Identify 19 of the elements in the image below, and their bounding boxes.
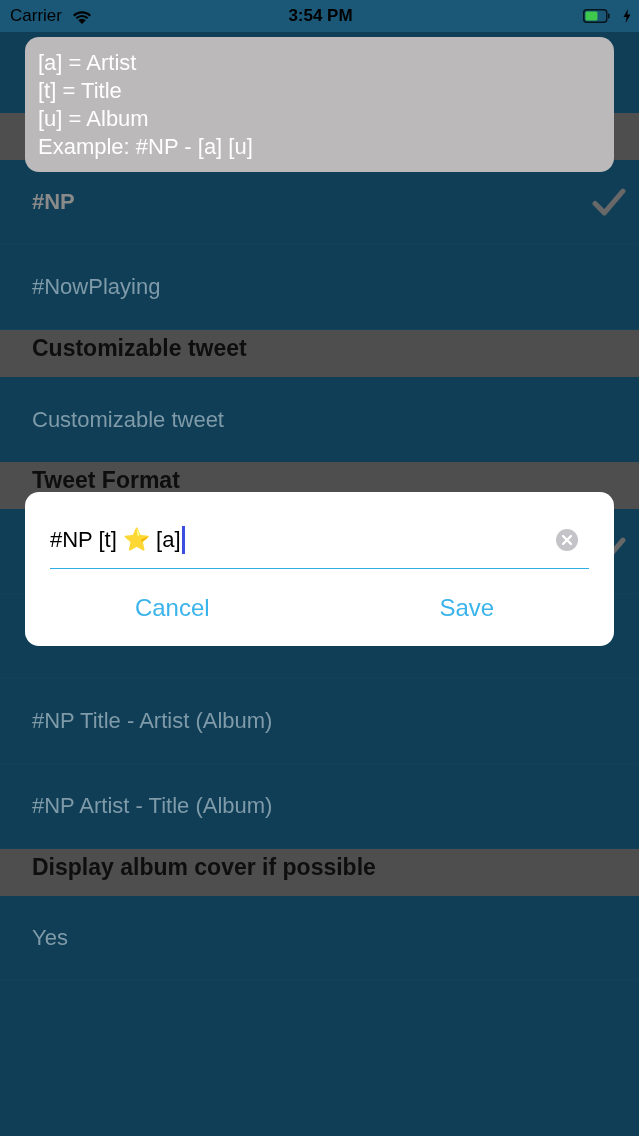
text-cursor-icon bbox=[181, 525, 185, 554]
battery-icon bbox=[583, 9, 610, 23]
tooltip-line: [a] = Artist bbox=[38, 49, 138, 77]
carrier-name: Carrier bbox=[10, 6, 62, 26]
tooltip-line: Example: #NP - [a] [u] bbox=[38, 133, 254, 161]
section-header: Customizable tweet bbox=[0, 330, 639, 377]
customizable-tweet-field[interactable]: Customizable tweet bbox=[32, 406, 626, 433]
dialog-button[interactable]: Cancel bbox=[25, 569, 320, 646]
option-row[interactable]: #NP Title - Artist (Album) bbox=[0, 679, 639, 764]
tooltip-line: [t] = Title bbox=[38, 77, 123, 105]
charging-bolt-icon bbox=[623, 9, 631, 23]
clear-icon[interactable] bbox=[556, 528, 578, 551]
option-row[interactable]: Yes bbox=[0, 896, 639, 981]
section-header: Display album cover if possible bbox=[0, 849, 639, 896]
tooltip-line: [u] = Album bbox=[38, 105, 150, 133]
clock-time: 3:54 PM bbox=[288, 6, 353, 26]
dialog-button[interactable]: Save bbox=[319, 569, 614, 646]
tweet-format-field[interactable]: #NP [t] ⭐ [a] bbox=[50, 515, 589, 569]
wifi-icon bbox=[71, 8, 92, 24]
